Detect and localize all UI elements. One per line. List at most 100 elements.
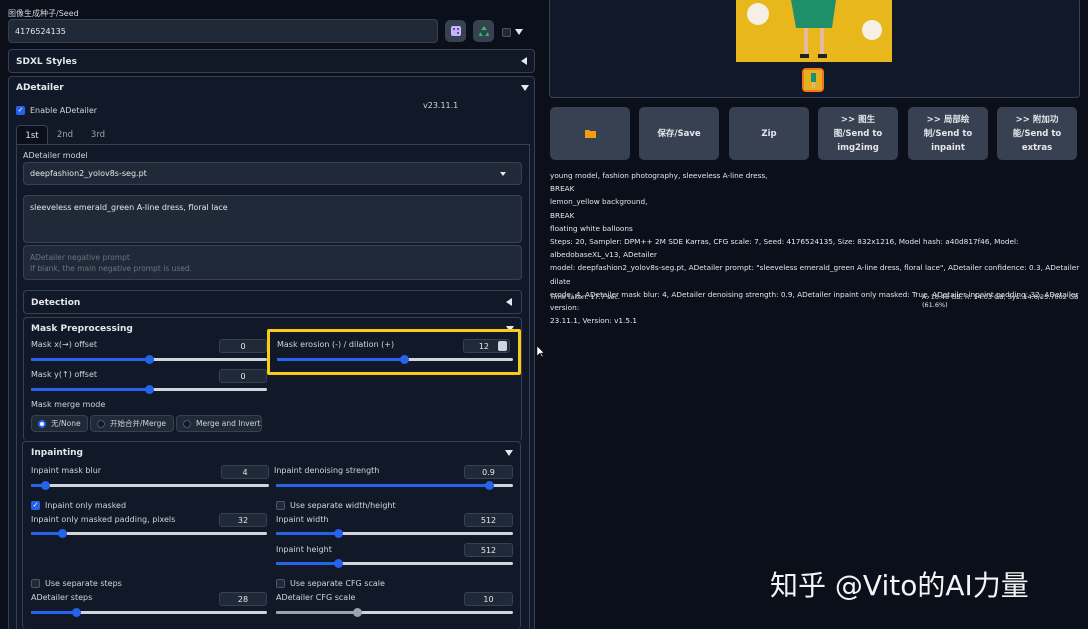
- tab-2nd[interactable]: 2nd: [51, 125, 79, 145]
- adetailer-steps-label: ADetailer steps: [31, 593, 93, 602]
- radio-dot: [38, 419, 46, 428]
- extra-seed-checkbox[interactable]: [502, 28, 511, 37]
- merge-option-none[interactable]: 无/None: [31, 415, 88, 432]
- inpaint-width-slider[interactable]: [276, 529, 513, 538]
- separate-cfg-label: Use separate CFG scale: [290, 579, 385, 588]
- generated-image[interactable]: [736, 0, 892, 62]
- expand-down-icon[interactable]: [505, 450, 513, 456]
- separate-wh-label: Use separate width/height: [290, 501, 396, 510]
- slider-thumb[interactable]: [145, 385, 154, 394]
- number-spinner-icon[interactable]: [498, 341, 507, 351]
- merge-option-label: Merge and Invert: [196, 419, 261, 428]
- merge-option-label: 开始合并/Merge: [110, 419, 166, 428]
- mask-erosion-slider[interactable]: [277, 355, 513, 364]
- mask-y-offset-label: Mask y(↑) offset: [31, 370, 98, 379]
- model-label: ADetailer model: [23, 151, 88, 160]
- inpainting-title: Inpainting: [31, 448, 84, 458]
- denoise-slider[interactable]: [276, 481, 513, 490]
- seed-input[interactable]: 4176524135: [8, 19, 438, 43]
- slider-thumb[interactable]: [71, 608, 81, 617]
- info-line: 23.11.1, Version: v1.5.1: [550, 316, 637, 326]
- sdxl-styles-title: SDXL Styles: [16, 57, 77, 67]
- mouse-cursor-icon: [537, 346, 545, 358]
- inpaint-width-input[interactable]: 512: [464, 513, 513, 527]
- tab-1st[interactable]: 1st: [16, 125, 48, 145]
- inpaint-width-label: Inpaint width: [276, 515, 329, 524]
- mask-x-offset-slider[interactable]: [31, 355, 267, 364]
- info-line: BREAK: [550, 184, 575, 194]
- slider-thumb[interactable]: [333, 529, 343, 538]
- seed-label: 图像生成种子/Seed: [8, 9, 79, 18]
- zip-button[interactable]: Zip: [729, 107, 809, 160]
- enable-adetailer-label: Enable ADetailer: [30, 106, 98, 115]
- mask-x-offset-input[interactable]: 0: [219, 339, 267, 353]
- open-folder-button[interactable]: [550, 107, 630, 160]
- expand-down-icon[interactable]: [521, 85, 529, 91]
- adetailer-prompt-input[interactable]: sleeveless emerald_green A-line dress, f…: [23, 195, 522, 243]
- merge-mode-label: Mask merge mode: [31, 400, 106, 409]
- time-taken: Time taken: 17.7 sec.: [550, 293, 620, 301]
- denoise-label: Inpaint denoising strength: [274, 466, 380, 475]
- negative-placeholder-line1: ADetailer negative prompt: [30, 253, 130, 262]
- separate-wh-checkbox[interactable]: [276, 501, 285, 510]
- adetailer-title: ADetailer: [16, 83, 64, 93]
- send-to-extras-button[interactable]: >> 附加功 能/Send to extras: [997, 107, 1077, 160]
- save-button[interactable]: 保存/Save: [639, 107, 719, 160]
- gallery-thumbnail[interactable]: [802, 68, 824, 92]
- denoise-input[interactable]: 0.9: [464, 465, 513, 479]
- watermark: 知乎 @Vito的AI力量: [770, 569, 1029, 602]
- random-seed-button[interactable]: [445, 20, 466, 42]
- adetailer-negative-prompt-input[interactable]: ADetailer negative prompt If blank, the …: [23, 245, 522, 280]
- send-to-inpaint-button[interactable]: >> 局部绘 制/Send to inpaint: [908, 107, 988, 160]
- separate-steps-checkbox[interactable]: [31, 579, 40, 588]
- inpaint-only-masked-checkbox[interactable]: ✓: [31, 501, 40, 510]
- version-label: v23.11.1: [423, 101, 459, 110]
- collapse-left-icon: [521, 57, 527, 65]
- sdxl-styles-panel[interactable]: SDXL Styles: [8, 49, 535, 73]
- inpaint-height-input[interactable]: 512: [464, 543, 513, 557]
- padding-input[interactable]: 32: [219, 513, 267, 527]
- mask-blur-slider[interactable]: [31, 481, 269, 490]
- mask-erosion-label: Mask erosion (-) / dilation (+): [277, 340, 395, 349]
- info-line: BREAK: [550, 210, 575, 220]
- recycle-icon: [478, 26, 489, 36]
- dice-icon: [450, 26, 461, 36]
- inpaint-height-slider[interactable]: [276, 559, 513, 568]
- adetailer-steps-slider[interactable]: [31, 608, 267, 617]
- dropdown-arrow-icon: [500, 172, 506, 176]
- mask-x-offset-label: Mask x(→) offset: [31, 340, 98, 349]
- tab-content-border-right: [529, 144, 530, 629]
- merge-option-merge[interactable]: 开始合并/Merge: [90, 415, 174, 432]
- tab-divider: [16, 144, 529, 145]
- adetailer-cfg-input[interactable]: 10: [464, 592, 513, 606]
- padding-label: Inpaint only masked padding, pixels: [31, 515, 176, 524]
- model-select[interactable]: deepfashion2_yolov8s-seg.pt: [23, 162, 522, 185]
- separate-steps-label: Use separate steps: [45, 579, 122, 588]
- adetailer-steps-input[interactable]: 28: [219, 592, 267, 606]
- mask-y-offset-slider[interactable]: [31, 385, 267, 394]
- padding-slider[interactable]: [31, 529, 267, 538]
- slider-thumb[interactable]: [333, 559, 343, 568]
- send-to-img2img-button[interactable]: >> 图生 图/Send to img2img: [818, 107, 898, 160]
- extra-seed-toggle-icon[interactable]: [515, 29, 523, 35]
- model-value: deepfashion2_yolov8s-seg.pt: [30, 169, 147, 178]
- adetailer-cfg-label: ADetailer CFG scale: [276, 593, 356, 602]
- merge-option-invert[interactable]: Merge and Invert: [176, 415, 262, 432]
- slider-thumb[interactable]: [57, 529, 67, 538]
- folder-icon: [584, 130, 596, 138]
- mask-y-offset-input[interactable]: 0: [219, 369, 267, 383]
- tab-content-border: [16, 144, 17, 629]
- vram-usage: A: 10.48 GB, R: 14.03 GB, Sys: 14.6/23.7…: [922, 293, 1079, 309]
- info-line: Steps: 20, Sampler: DPM++ 2M SDE Karras,…: [550, 237, 1019, 260]
- slider-thumb[interactable]: [352, 608, 362, 617]
- separate-cfg-checkbox[interactable]: [276, 579, 285, 588]
- adetailer-cfg-slider[interactable]: [276, 608, 513, 617]
- slider-thumb[interactable]: [145, 355, 154, 364]
- reuse-seed-button[interactable]: [473, 20, 494, 42]
- tab-3rd[interactable]: 3rd: [84, 125, 112, 145]
- detection-title: Detection: [31, 298, 81, 308]
- info-line: floating white balloons: [550, 223, 633, 233]
- detection-panel[interactable]: Detection: [23, 290, 522, 314]
- enable-adetailer-checkbox[interactable]: ✓: [16, 106, 25, 115]
- mask-blur-input[interactable]: 4: [221, 465, 269, 479]
